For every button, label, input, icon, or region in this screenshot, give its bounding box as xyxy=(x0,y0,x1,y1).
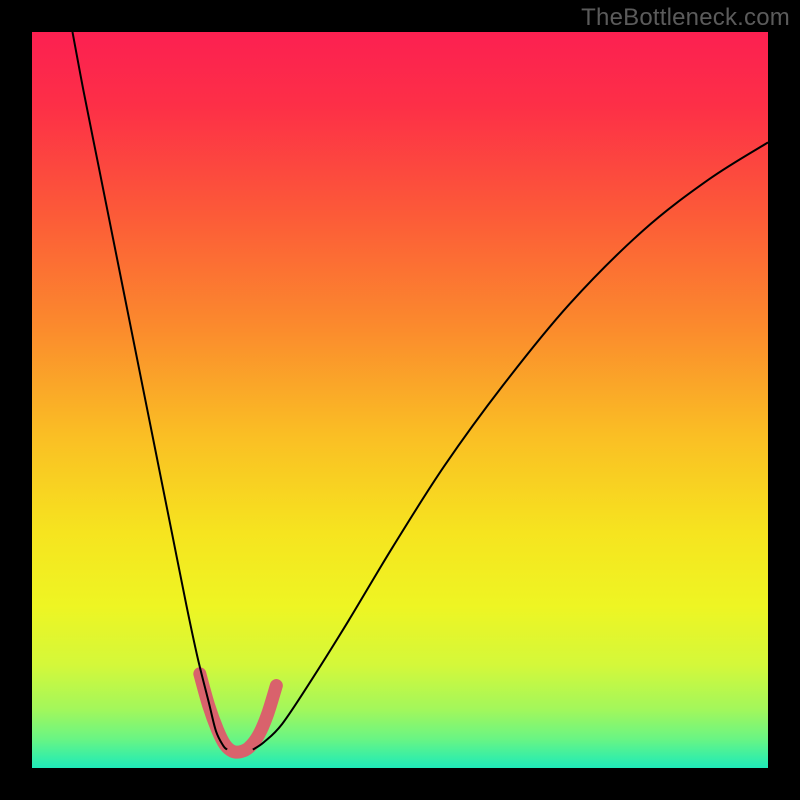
chart-frame: TheBottleneck.com xyxy=(0,0,800,800)
plot-area xyxy=(32,32,768,768)
watermark-text: TheBottleneck.com xyxy=(581,4,790,32)
right-limb-curve xyxy=(253,142,768,749)
curve-layer xyxy=(32,32,768,768)
left-limb-curve xyxy=(72,32,227,750)
